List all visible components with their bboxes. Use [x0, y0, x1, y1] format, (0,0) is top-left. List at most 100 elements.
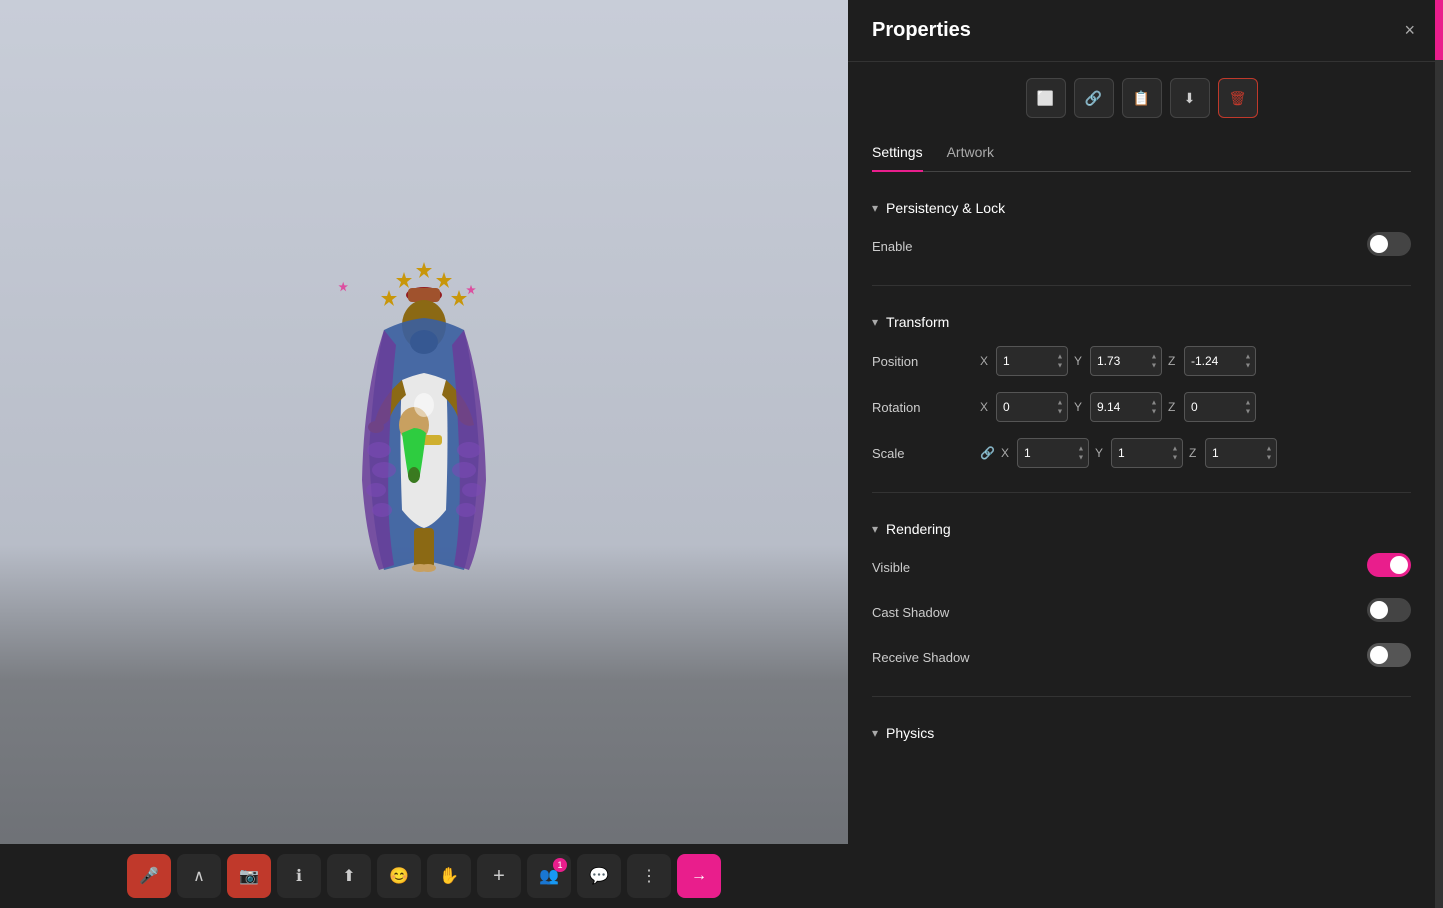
position-x-spinners: ▲ ▼	[1055, 353, 1065, 370]
delete-button[interactable]: 🗑	[1218, 78, 1258, 118]
plus-icon: +	[493, 865, 505, 888]
panel-content: ⬜ 🔗 📋 ⬇ 🗑 Settings Artwork ▾ Persis	[848, 62, 1443, 908]
info-icon: ℹ	[296, 866, 302, 886]
panel-title: Properties	[872, 19, 971, 42]
scrollbar-track[interactable]	[1435, 0, 1443, 908]
bottom-toolbar: 🎤 ∧ 📷 ℹ ⬆ 😊 ✋ + 👥 1 💬 ⋮	[0, 844, 848, 908]
tab-artwork[interactable]: Artwork	[947, 134, 994, 172]
position-y-group: Y 1.73 ▲ ▼	[1074, 346, 1162, 376]
transform-title: Transform	[886, 314, 949, 330]
viewport: 🎤 ∧ 📷 ℹ ⬆ 😊 ✋ + 👥 1 💬 ⋮	[0, 0, 848, 908]
rotation-y-down[interactable]: ▼	[1149, 408, 1159, 416]
chevron-up-icon: ∧	[193, 866, 205, 886]
position-y-up[interactable]: ▲	[1149, 353, 1159, 361]
rotation-y-spinners: ▲ ▼	[1149, 399, 1159, 416]
visible-row: Visible	[872, 545, 1411, 590]
section-persistency: ▾ Persistency & Lock Enable	[872, 192, 1411, 269]
visible-toggle-container	[1367, 553, 1411, 582]
rotation-y-wrapper: 9.14 ▲ ▼	[1090, 392, 1162, 422]
rotation-x-label: X	[980, 400, 992, 414]
frame-icon: ⬜	[1037, 90, 1054, 107]
rotation-y-up[interactable]: ▲	[1149, 399, 1159, 407]
scale-z-label: Z	[1189, 446, 1201, 460]
audio-options-button[interactable]: ∧	[177, 854, 221, 898]
persistency-header[interactable]: ▾ Persistency & Lock	[872, 192, 1411, 224]
position-z-label: Z	[1168, 354, 1180, 368]
scale-y-down[interactable]: ▼	[1170, 454, 1180, 462]
scale-z-wrapper: 1 ▲ ▼	[1205, 438, 1277, 468]
scale-z-up[interactable]: ▲	[1264, 445, 1274, 453]
divider-1	[872, 285, 1411, 286]
scale-x-spinners: ▲ ▼	[1076, 445, 1086, 462]
emoji-button[interactable]: 😊	[377, 854, 421, 898]
rotation-x-down[interactable]: ▼	[1055, 408, 1065, 416]
rotation-fields: X 0 ▲ ▼ Y	[980, 392, 1411, 422]
scale-y-spinners: ▲ ▼	[1170, 445, 1180, 462]
scrollbar-thumb[interactable]	[1435, 0, 1443, 60]
close-button[interactable]: ×	[1400, 16, 1419, 45]
position-label: Position	[872, 354, 972, 369]
rendering-title: Rendering	[886, 521, 951, 537]
scale-row: Scale 🔗 X 1 ▲ ▼	[872, 430, 1411, 476]
rotation-z-label: Z	[1168, 400, 1180, 414]
position-z-down[interactable]: ▼	[1243, 362, 1253, 370]
scale-y-up[interactable]: ▲	[1170, 445, 1180, 453]
more-button[interactable]: ⋮	[627, 854, 671, 898]
scale-x-up[interactable]: ▲	[1076, 445, 1086, 453]
visible-label: Visible	[872, 560, 972, 575]
mute-button[interactable]: 🎤	[127, 854, 171, 898]
tabs: Settings Artwork	[872, 134, 1411, 172]
section-physics: ▾ Physics	[872, 717, 1411, 749]
camera-button[interactable]: 📷	[227, 854, 271, 898]
scale-x-label: X	[1001, 446, 1013, 460]
cast-shadow-toggle[interactable]	[1367, 598, 1411, 622]
transform-header[interactable]: ▾ Transform	[872, 306, 1411, 338]
position-x-up[interactable]: ▲	[1055, 353, 1065, 361]
position-z-up[interactable]: ▲	[1243, 353, 1253, 361]
enable-toggle[interactable]	[1367, 232, 1411, 256]
chevron-transform-icon: ▾	[872, 315, 878, 329]
enable-toggle-container	[1367, 232, 1411, 261]
scale-link-icon[interactable]: 🔗	[980, 446, 995, 460]
scale-x-down[interactable]: ▼	[1076, 454, 1086, 462]
receive-shadow-label: Receive Shadow	[872, 650, 972, 665]
frame-button[interactable]: ⬜	[1026, 78, 1066, 118]
rotation-z-down[interactable]: ▼	[1243, 408, 1253, 416]
rendering-header[interactable]: ▾ Rendering	[872, 513, 1411, 545]
copy-button[interactable]: 📋	[1122, 78, 1162, 118]
cast-shadow-label: Cast Shadow	[872, 605, 972, 620]
cast-shadow-toggle-container	[1367, 598, 1411, 627]
leave-button[interactable]: →	[677, 854, 721, 898]
position-x-down[interactable]: ▼	[1055, 362, 1065, 370]
position-fields: X 1 ▲ ▼ Y	[980, 346, 1411, 376]
rotation-x-up[interactable]: ▲	[1055, 399, 1065, 407]
visible-toggle[interactable]	[1367, 553, 1411, 577]
divider-3	[872, 696, 1411, 697]
info-button[interactable]: ℹ	[277, 854, 321, 898]
physics-header[interactable]: ▾ Physics	[872, 717, 1411, 749]
section-rendering: ▾ Rendering Visible Cast Shadow Receive …	[872, 513, 1411, 680]
exit-icon: →	[691, 867, 707, 885]
rotation-x-wrapper: 0 ▲ ▼	[996, 392, 1068, 422]
scale-z-down[interactable]: ▼	[1264, 454, 1274, 462]
rotation-label: Rotation	[872, 400, 972, 415]
hand-button[interactable]: ✋	[427, 854, 471, 898]
artwork-figure	[324, 250, 524, 590]
rotation-z-wrapper: 0 ▲ ▼	[1184, 392, 1256, 422]
position-y-down[interactable]: ▼	[1149, 362, 1159, 370]
rotation-z-up[interactable]: ▲	[1243, 399, 1253, 407]
position-z-wrapper: -1.24 ▲ ▼	[1184, 346, 1256, 376]
receive-shadow-toggle[interactable]	[1367, 643, 1411, 667]
share-button[interactable]: ⬆	[327, 854, 371, 898]
link-button[interactable]: 🔗	[1074, 78, 1114, 118]
link-icon: 🔗	[1085, 90, 1102, 107]
download-button[interactable]: ⬇	[1170, 78, 1210, 118]
chevron-physics-icon: ▾	[872, 726, 878, 740]
chat-button[interactable]: 💬	[577, 854, 621, 898]
mic-icon: 🎤	[139, 866, 159, 886]
people-button[interactable]: 👥 1	[527, 854, 571, 898]
enable-row: Enable	[872, 224, 1411, 269]
physics-title: Physics	[886, 725, 934, 741]
tab-settings[interactable]: Settings	[872, 134, 923, 172]
add-button[interactable]: +	[477, 854, 521, 898]
